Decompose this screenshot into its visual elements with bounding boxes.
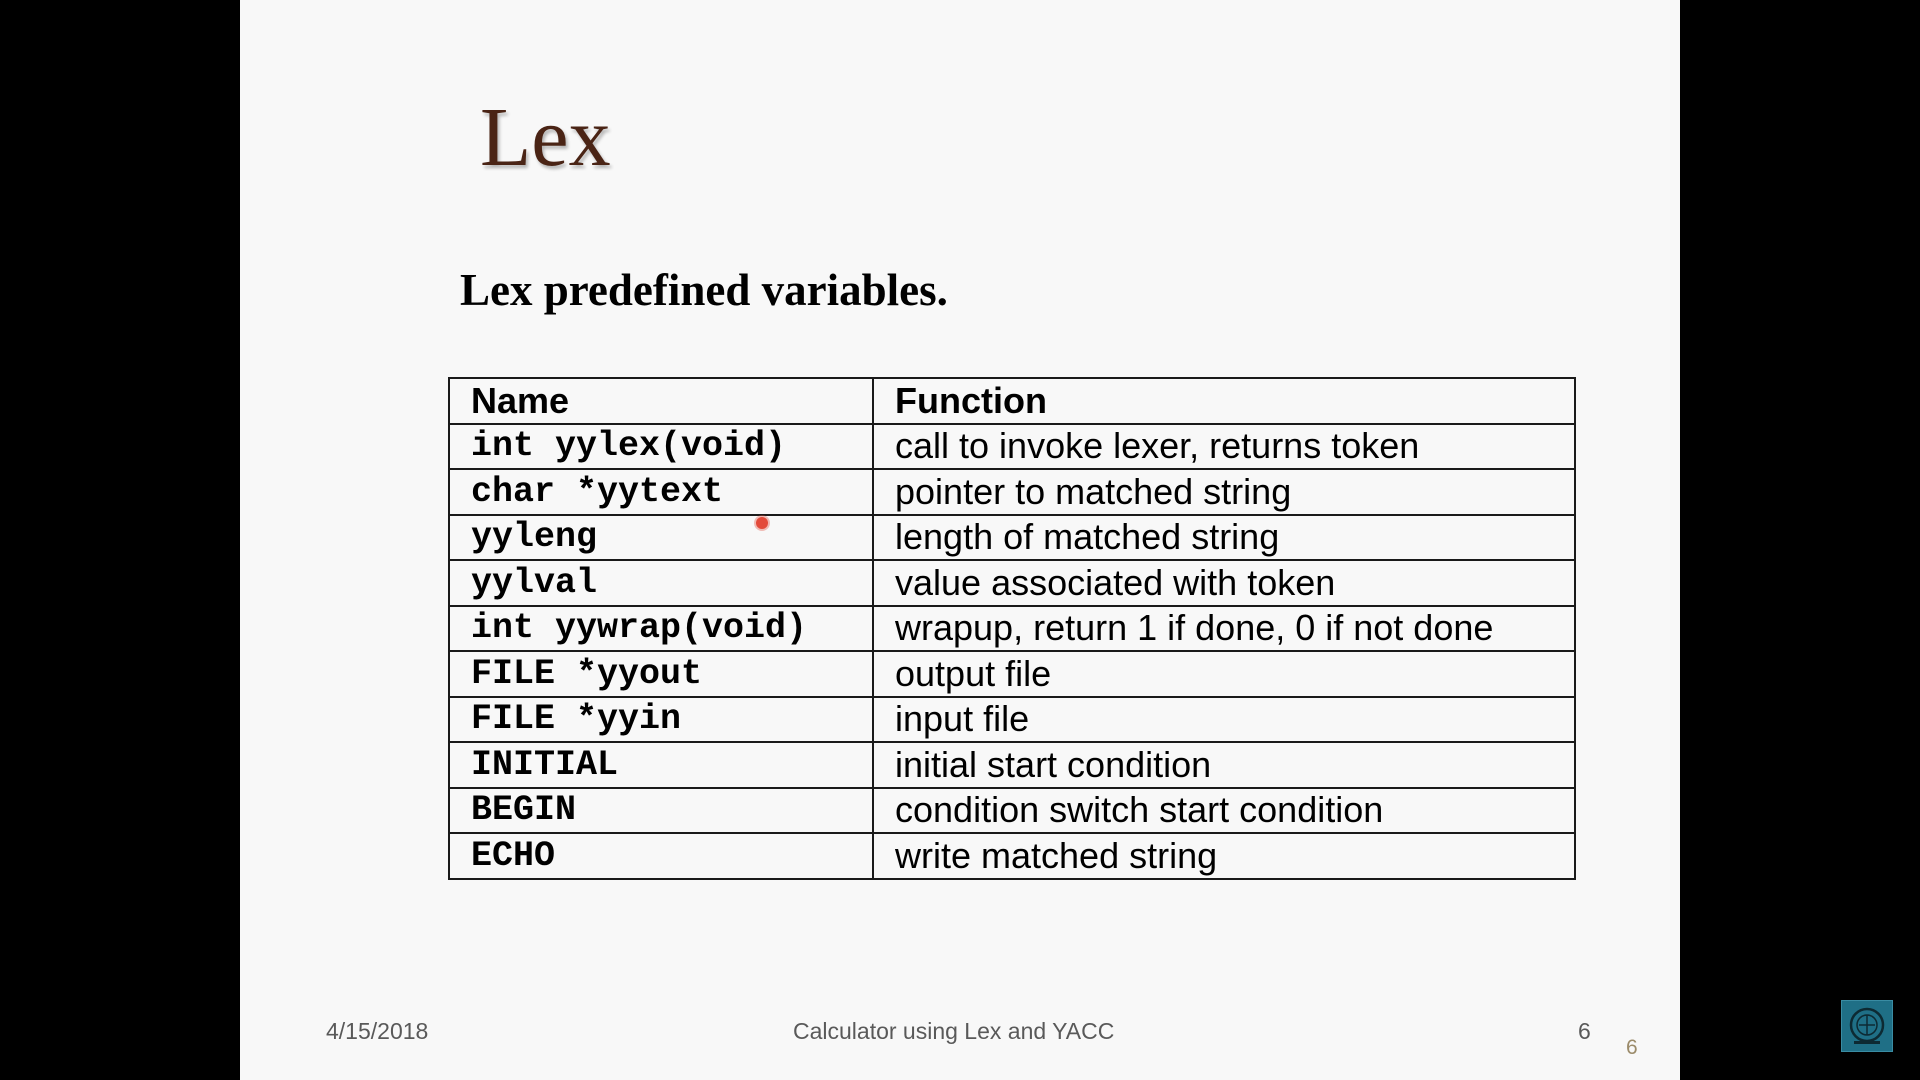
footer-presentation-title: Calculator using Lex and YACC	[793, 1018, 1115, 1044]
variable-function-cell: initial start condition	[872, 741, 1576, 789]
variable-name-cell: int yylex(void)	[448, 422, 874, 470]
corner-slide-number: 6	[1626, 1036, 1638, 1059]
variable-name-cell: ECHO	[448, 832, 874, 880]
table-header-row: Name Function	[448, 377, 1576, 425]
variable-name-cell: int yywrap(void)	[448, 604, 874, 652]
variable-function-cell: output file	[872, 650, 1576, 698]
table-row: yyleng length of matched string	[448, 513, 1576, 561]
table-row: BEGIN condition switch start condition	[448, 786, 1576, 834]
variable-function-cell: write matched string	[872, 832, 1576, 880]
predefined-variables-table: Name Function int yylex(void) call to in…	[448, 377, 1576, 880]
footer-slide-number: 6	[1578, 1018, 1591, 1044]
table-row: FILE *yyout output file	[448, 650, 1576, 698]
variable-function-cell: value associated with token	[872, 559, 1576, 607]
variable-name-cell: char *yytext	[448, 468, 874, 516]
logo-emblem-icon	[1849, 1007, 1885, 1044]
variable-function-cell: input file	[872, 695, 1576, 743]
table-row: int yylex(void) call to invoke lexer, re…	[448, 422, 1576, 470]
table-row: char *yytext pointer to matched string	[448, 468, 1576, 516]
slide[interactable]: Lex Lex predefined variables. Name Funct…	[240, 0, 1680, 1080]
variable-function-cell: condition switch start condition	[872, 786, 1576, 834]
variable-name-cell: yylval	[448, 559, 874, 607]
variable-function-cell: pointer to matched string	[872, 468, 1576, 516]
variable-function-cell: length of matched string	[872, 513, 1576, 561]
presentation-viewer: Lex Lex predefined variables. Name Funct…	[0, 0, 1920, 1080]
function-column-header: Function	[872, 377, 1576, 425]
slide-title: Lex	[480, 91, 611, 184]
variable-function-cell: call to invoke lexer, returns token	[872, 422, 1576, 470]
name-column-header: Name	[448, 377, 874, 425]
footer-date: 4/15/2018	[326, 1018, 429, 1044]
table-row: yylval value associated with token	[448, 559, 1576, 607]
variable-name-cell: FILE *yyin	[448, 695, 874, 743]
variable-name-cell: FILE *yyout	[448, 650, 874, 698]
cursor-dot-icon	[756, 517, 768, 529]
variable-name-cell: BEGIN	[448, 786, 874, 834]
variable-name-cell: yyleng	[448, 513, 874, 561]
variable-function-cell: wrapup, return 1 if done, 0 if not done	[872, 604, 1576, 652]
table-row: int yywrap(void) wrapup, return 1 if don…	[448, 604, 1576, 652]
table-row: ECHO write matched string	[448, 832, 1576, 880]
variable-name-cell: INITIAL	[448, 741, 874, 789]
slide-subtitle: Lex predefined variables.	[460, 265, 948, 315]
table-row: INITIAL initial start condition	[448, 741, 1576, 789]
table-row: FILE *yyin input file	[448, 695, 1576, 743]
logo-badge-icon[interactable]	[1841, 1000, 1893, 1052]
